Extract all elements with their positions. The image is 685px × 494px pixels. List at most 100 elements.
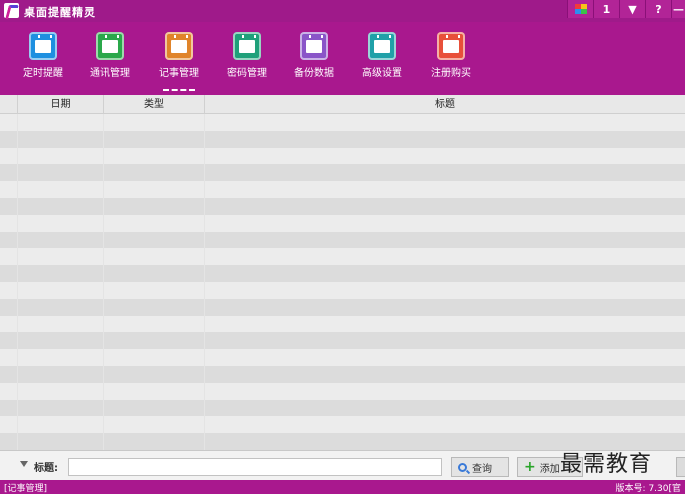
title-search-input[interactable]: [68, 458, 442, 476]
status-current-module: [记事管理]: [4, 484, 48, 494]
minimize-button[interactable]: —: [671, 0, 685, 18]
table-cell: [18, 248, 104, 266]
table-cell: [18, 231, 104, 249]
table-cell: [18, 164, 104, 182]
table-cell: [205, 232, 685, 249]
active-tab-indicator: [163, 89, 195, 92]
table-cell: [18, 181, 104, 198]
table-cell: [104, 164, 205, 182]
table-cell: [104, 114, 205, 131]
table-row[interactable]: [0, 399, 685, 417]
table-cell: [18, 281, 104, 299]
table-row[interactable]: [0, 349, 685, 366]
alarm-clock-icon: [29, 32, 57, 60]
table-row[interactable]: [0, 265, 685, 282]
table-cell: [0, 181, 18, 198]
toolbar-item-label: 高级设置: [362, 68, 402, 79]
table-row[interactable]: [0, 315, 685, 333]
toolbar-item-notes[interactable]: 记事管理: [149, 32, 209, 79]
add-button-label: 添加: [539, 463, 560, 475]
table-cell: [104, 332, 205, 350]
table-cell: [205, 299, 685, 316]
table-cell: [18, 382, 104, 400]
toolbar-item-label: 密码管理: [227, 68, 267, 79]
table-row[interactable]: [0, 164, 685, 182]
column-header-type[interactable]: 类型: [104, 95, 205, 114]
table-row[interactable]: [0, 298, 685, 316]
table-cell: [104, 248, 205, 266]
table-row[interactable]: [0, 248, 685, 266]
table-cell: [0, 114, 18, 131]
table-row[interactable]: [0, 114, 685, 131]
table-cell: [0, 332, 18, 350]
table-cell: [205, 215, 685, 232]
toolbar-item-label: 注册购买: [431, 68, 471, 79]
table-cell: [205, 248, 685, 265]
watermark: 最需教育: [560, 452, 653, 477]
table-cell: [18, 315, 104, 333]
table-row[interactable]: [0, 416, 685, 434]
table-cell: [0, 416, 18, 434]
toolbar-item-contacts[interactable]: 通讯管理: [80, 32, 140, 79]
table-cell: [18, 416, 104, 434]
table-cell: [0, 147, 18, 165]
table-cell: [18, 197, 104, 215]
table-row[interactable]: [0, 214, 685, 232]
table-cell: [104, 365, 205, 383]
table-cell: [205, 416, 685, 433]
table-cell: [18, 349, 104, 366]
title-bar: 桌面提醒精灵 1 ▼ ? —: [0, 0, 685, 22]
table-row[interactable]: [0, 147, 685, 165]
help-button[interactable]: ?: [645, 0, 671, 18]
dropdown-menu-button[interactable]: ▼: [619, 0, 645, 18]
table-row[interactable]: [0, 231, 685, 249]
toolbar-item-register[interactable]: 注册购买: [421, 32, 481, 79]
table-cell: [0, 197, 18, 215]
table-cell: [0, 214, 18, 232]
skin-color-button[interactable]: [567, 0, 593, 18]
query-button[interactable]: 查询: [451, 457, 509, 477]
toolbar-item-label: 定时提醒: [23, 68, 63, 79]
column-header-date[interactable]: 日期: [18, 95, 104, 114]
more-button[interactable]: [676, 457, 685, 477]
calendar-button[interactable]: 1: [593, 0, 619, 18]
table-row[interactable]: [0, 197, 685, 215]
table-row[interactable]: [0, 181, 685, 198]
status-bar: [记事管理] 版本号: 7.30[官: [0, 480, 685, 494]
table-cell: [205, 114, 685, 131]
app-logo-icon: [4, 3, 19, 18]
table-cell: [104, 416, 205, 434]
table-cell: [205, 148, 685, 165]
window-controls: 1 ▼ ? —: [567, 0, 685, 18]
search-icon: [458, 462, 467, 472]
toolbar-item-passwords[interactable]: 密码管理: [217, 32, 277, 79]
table-body: [0, 114, 685, 450]
table-row[interactable]: [0, 382, 685, 400]
plus-icon: +: [524, 459, 536, 475]
expand-arrow-icon[interactable]: [20, 461, 28, 467]
toolbar-item-backup[interactable]: 备份数据: [284, 32, 344, 79]
table-cell: [0, 281, 18, 299]
table-cell: [205, 332, 685, 349]
column-header-title[interactable]: 标题: [205, 95, 685, 114]
table-row[interactable]: [0, 365, 685, 383]
table-cell: [104, 433, 205, 450]
toolbar-item-settings[interactable]: 高级设置: [352, 32, 412, 79]
table-row[interactable]: [0, 332, 685, 350]
table-cell: [205, 265, 685, 282]
table-cell: [104, 197, 205, 215]
table-cell: [18, 399, 104, 417]
table-row[interactable]: [0, 281, 685, 299]
toolbar-item-reminder[interactable]: 定时提醒: [13, 32, 73, 79]
table-cell: [0, 248, 18, 266]
table-cell: [104, 130, 205, 148]
register-purchase-icon: [437, 32, 465, 60]
table-cell: [205, 164, 685, 181]
table-row[interactable]: [0, 130, 685, 148]
table-cell: [0, 265, 18, 282]
table-cell: [0, 365, 18, 383]
table-header: 日期 类型 标题: [0, 95, 685, 114]
table-cell: [104, 382, 205, 400]
query-button-label: 查询: [472, 463, 492, 475]
table-cell: [18, 130, 104, 148]
